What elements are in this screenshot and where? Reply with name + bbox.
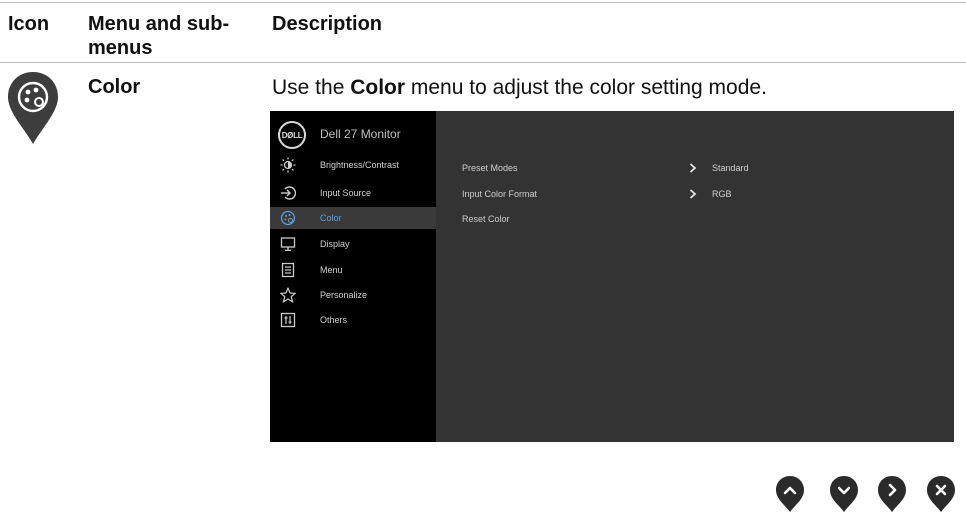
option-preset-modes[interactable]: Preset Modes (462, 163, 518, 173)
sidebar-item-others[interactable]: Others (270, 309, 436, 331)
menu-icon (281, 262, 295, 278)
sidebar-item-label: Input Source (320, 188, 372, 198)
header-description-column: Description (272, 13, 383, 35)
sidebar-item-label: Menu (320, 265, 343, 275)
sidebar-item-color[interactable]: Color (270, 207, 436, 229)
down-icon[interactable] (829, 475, 859, 513)
header-menu-column: Menu and sub-menus (88, 13, 230, 59)
input-color-format-value: RGB (712, 189, 732, 199)
description-prefix: Use the (272, 76, 351, 99)
dell-logo: DØLL (278, 121, 306, 149)
top-rule (0, 2, 966, 3)
option-input-color-format[interactable]: Input Color Format (462, 189, 537, 199)
row-description: Use the Color menu to adjust the color s… (272, 76, 767, 100)
close-icon[interactable] (926, 475, 956, 513)
star-icon (280, 287, 296, 303)
header-icon-column: Icon (8, 13, 50, 35)
dell-logo-text: DØLL (281, 130, 303, 140)
sidebar-item-menu[interactable]: Menu (270, 259, 436, 281)
sidebar-item-display[interactable]: Display (270, 233, 436, 255)
others-icon (280, 312, 296, 328)
description-suffix: menu to adjust the color setting mode. (405, 76, 767, 99)
chevron-right-icon (689, 163, 697, 173)
brightness-icon (280, 157, 296, 173)
sidebar-item-input-source[interactable]: Input Source (270, 182, 436, 204)
osd-screen: DØLL Dell 27 Monitor Brightness/Contrast… (270, 111, 954, 442)
up-icon[interactable] (775, 475, 805, 513)
osd-sidebar: DØLL Dell 27 Monitor Brightness/Contrast… (270, 111, 436, 442)
description-bold: Color (350, 76, 406, 99)
sidebar-item-label: Display (320, 239, 350, 249)
sidebar-item-brightness-contrast[interactable]: Brightness/Contrast (270, 154, 436, 176)
menu-name-color: Color (88, 76, 141, 98)
sidebar-item-label: Color (320, 213, 342, 223)
preset-modes-value: Standard (712, 163, 749, 173)
display-icon (280, 237, 296, 251)
color-icon (280, 210, 296, 226)
right-icon[interactable] (877, 475, 907, 513)
sidebar-item-label: Personalize (320, 290, 368, 300)
sidebar-item-label: Others (320, 315, 348, 325)
sidebar-item-label: Brightness/Contrast (320, 160, 400, 170)
chevron-right-icon (689, 189, 697, 199)
input-source-icon (281, 186, 296, 200)
monitor-model: Dell 27 Monitor (320, 127, 401, 141)
sidebar-item-personalize[interactable]: Personalize (270, 284, 436, 306)
option-reset-color[interactable]: Reset Color (462, 214, 510, 224)
header-rule (0, 62, 966, 63)
color-palette-icon (8, 72, 58, 144)
